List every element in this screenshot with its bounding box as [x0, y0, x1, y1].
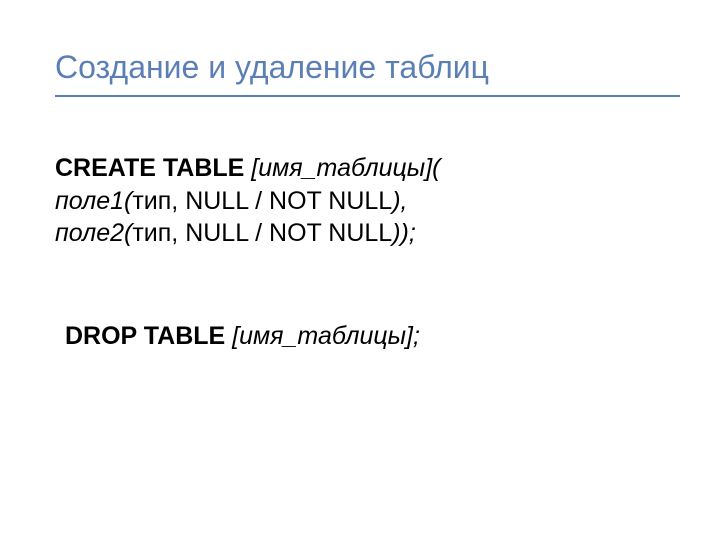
create-field1-end: ), — [392, 187, 407, 215]
create-field2-end: )); — [392, 219, 416, 247]
create-arg-line1: [имя_таблицы]( — [244, 154, 440, 182]
slide-container: Создание и удаление таблиц CREATE TABLE … — [0, 0, 720, 392]
page-title: Создание и удаление таблиц — [55, 50, 680, 97]
create-field2-start: поле2( — [55, 219, 132, 247]
create-field1-start: поле1( — [55, 187, 132, 215]
drop-table-syntax: DROP TABLE [имя_таблицы]; — [55, 320, 680, 353]
drop-keyword: DROP TABLE — [65, 322, 225, 350]
create-field1-type: тип, NULL / NOT NULL — [132, 187, 392, 215]
create-keyword: CREATE TABLE — [55, 154, 244, 182]
drop-arg: [имя_таблицы]; — [225, 322, 420, 350]
create-field2-type: тип, NULL / NOT NULL — [132, 219, 392, 247]
create-table-syntax: CREATE TABLE [имя_таблицы]( поле1(тип, N… — [55, 152, 680, 250]
